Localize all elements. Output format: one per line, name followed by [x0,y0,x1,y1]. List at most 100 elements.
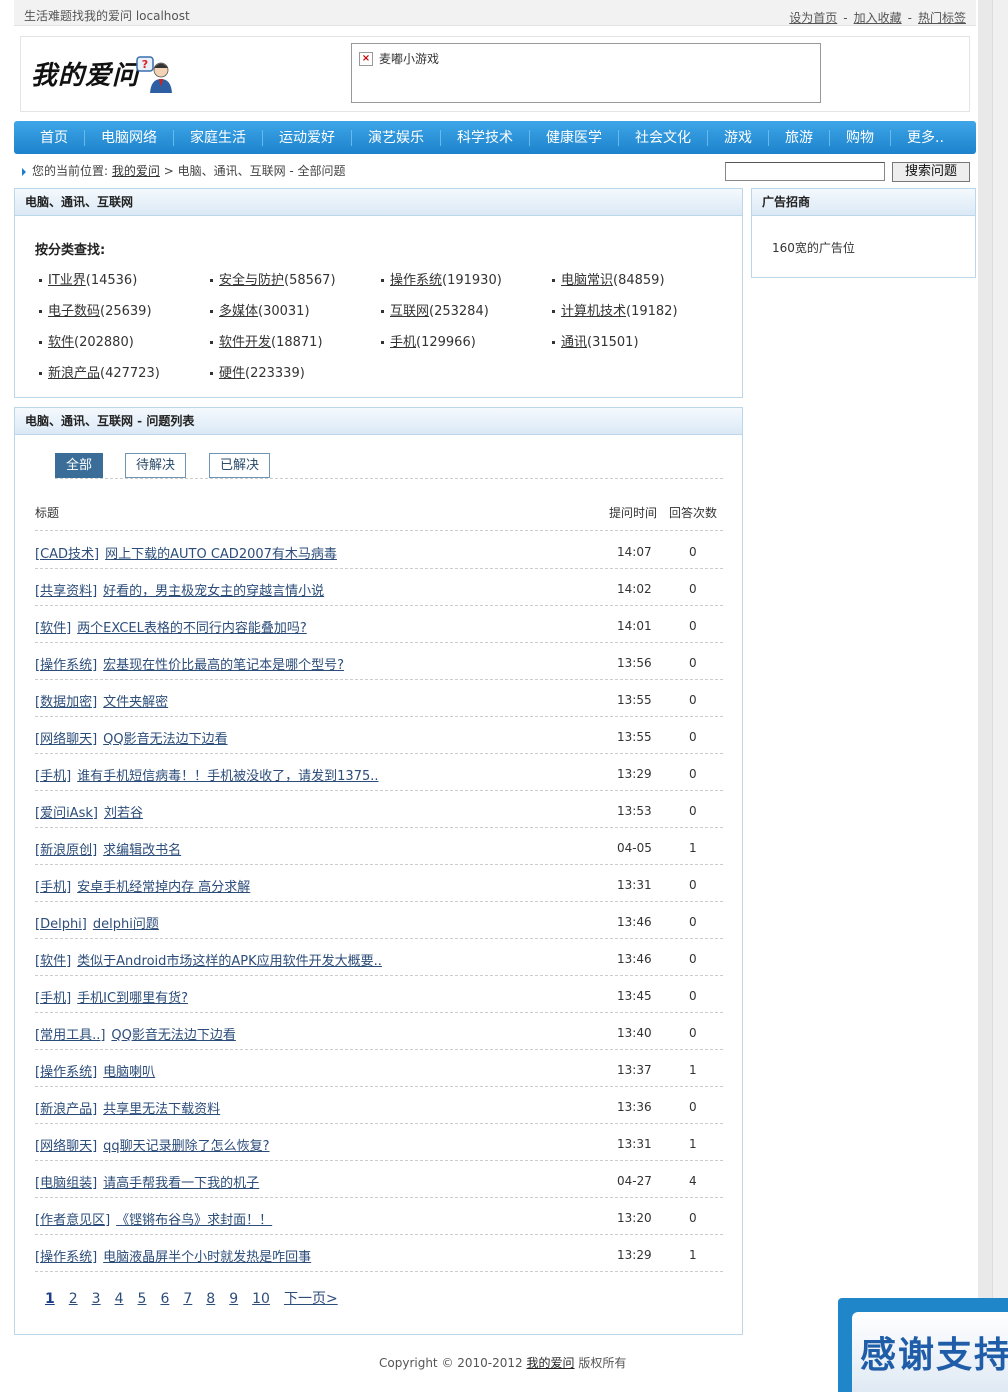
row-category-link[interactable]: [软件] [35,954,71,969]
site-logo[interactable]: 我的爱问 ? [31,55,181,95]
category-item[interactable]: 互联网(253284) [381,300,552,319]
row-category-link[interactable]: [爱问iAsk] [35,806,98,821]
row-question-link[interactable]: 谁有手机短信病毒！！手机被没收了，请发到1375.. [77,769,378,784]
category-link[interactable]: IT业界 [48,273,86,288]
tab-pending[interactable]: 待解决 [125,453,187,478]
row-category-link[interactable]: [电脑组装] [35,1176,97,1191]
tab-all[interactable]: 全部 [55,453,104,478]
tab-solved[interactable]: 已解决 [209,453,271,478]
pager-page-link[interactable]: 8 [206,1291,215,1307]
pager-page-link[interactable]: 1 [45,1291,55,1307]
row-category-link[interactable]: [新浪产品] [35,1102,97,1117]
category-item[interactable]: 电脑常识(84859) [552,269,723,288]
search-button[interactable]: 搜索问题 [892,162,970,182]
row-question-link[interactable]: 宏基现在性价比最高的笔记本是哪个型号? [103,658,344,673]
category-item[interactable]: 电子数码(25639) [39,300,210,319]
category-item[interactable]: 软件(202880) [39,331,210,350]
row-category-link[interactable]: [新浪原创] [35,843,97,858]
floating-banner[interactable]: 感谢支持 [838,1298,1008,1392]
category-item[interactable]: 计算机技术(19182) [552,300,723,319]
pager-page-link[interactable]: 7 [183,1291,192,1307]
category-link[interactable]: 电子数码 [48,304,100,319]
row-question-link[interactable]: 手机IC到哪里有货? [77,991,188,1006]
row-category-link[interactable]: [软件] [35,621,71,636]
row-question-link[interactable]: 共享里无法下载资料 [103,1102,220,1117]
row-question-link[interactable]: 电脑液晶屏半个小时就发热是咋回事 [103,1250,311,1265]
nav-item-2[interactable]: 家庭生活 [174,129,263,146]
search-input[interactable] [725,162,885,181]
row-question-link[interactable]: 文件夹解密 [103,695,168,710]
vertical-scrollbar[interactable] [992,0,1008,1392]
row-category-link[interactable]: [作者意见区] [35,1213,110,1228]
row-question-link[interactable]: 网上下载的AUTO CAD2007有木马病毒 [105,547,337,562]
row-category-link[interactable]: [操作系统] [35,1065,97,1080]
add-favorite-link[interactable]: 加入收藏 [854,11,902,25]
row-category-link[interactable]: [手机] [35,880,71,895]
category-item[interactable]: 操作系统(191930) [381,269,552,288]
nav-item-4[interactable]: 演艺娱乐 [352,129,441,146]
row-question-link[interactable]: qq聊天记录删除了怎么恢复? [103,1139,269,1154]
category-link[interactable]: 通讯 [561,335,587,350]
category-item[interactable]: 硬件(223339) [210,362,381,381]
header-ad-box[interactable]: × 麦嘟小游戏 [351,43,821,103]
pager-page-link[interactable]: 4 [115,1291,124,1307]
nav-item-6[interactable]: 健康医学 [530,129,619,146]
row-question-link[interactable]: delphi问题 [93,917,159,932]
category-item[interactable]: 新浪产品(427723) [39,362,210,381]
category-link[interactable]: 互联网 [390,304,429,319]
category-link[interactable]: 手机 [390,335,416,350]
row-category-link[interactable]: [网络聊天] [35,732,97,747]
category-link[interactable]: 新浪产品 [48,366,100,381]
nav-item-7[interactable]: 社会文化 [619,129,708,146]
category-link[interactable]: 计算机技术 [561,304,626,319]
pager-next-link[interactable]: 下一页> [284,1291,338,1307]
row-question-link[interactable]: 好看的，男主极宠女主的穿越言情小说 [103,584,324,599]
category-item[interactable]: IT业界(14536) [39,269,210,288]
hot-tags-link[interactable]: 热门标签 [918,11,966,25]
row-question-link[interactable]: 求编辑改书名 [103,843,181,858]
footer-site-link[interactable]: 我的爱问 [527,1356,575,1370]
category-link[interactable]: 软件开发 [219,335,271,350]
nav-item-0[interactable]: 首页 [24,129,85,146]
pager-page-link[interactable]: 5 [138,1291,147,1307]
row-category-link[interactable]: [CAD技术] [35,547,99,562]
row-question-link[interactable]: QQ影音无法边下边看 [103,732,227,747]
nav-item-10[interactable]: 购物 [830,129,891,146]
row-category-link[interactable]: [常用工具..] [35,1028,105,1043]
row-category-link[interactable]: [Delphi] [35,917,87,932]
row-question-link[interactable]: 刘若谷 [104,806,143,821]
nav-item-5[interactable]: 科学技术 [441,129,530,146]
category-link[interactable]: 软件 [48,335,74,350]
row-category-link[interactable]: [手机] [35,991,71,1006]
nav-item-8[interactable]: 游戏 [708,129,769,146]
row-question-link[interactable]: 请高手帮我看一下我的机子 [103,1176,259,1191]
nav-item-11[interactable]: 更多.. [891,130,960,146]
pager-page-link[interactable]: 6 [160,1291,169,1307]
row-question-link[interactable]: 电脑喇叭 [103,1065,155,1080]
pager-page-link[interactable]: 10 [252,1291,270,1307]
row-question-link[interactable]: 两个EXCEL表格的不同行内容能叠加吗? [77,621,307,636]
row-question-link[interactable]: QQ影音无法边下边看 [111,1028,235,1043]
nav-item-1[interactable]: 电脑网络 [85,129,174,146]
row-category-link[interactable]: [共享资料] [35,584,97,599]
category-item[interactable]: 软件开发(18871) [210,331,381,350]
category-item[interactable]: 安全与防护(58567) [210,269,381,288]
row-question-link[interactable]: 《铿锵布谷鸟》求封面！！ [116,1213,272,1228]
category-link[interactable]: 操作系统 [390,273,442,288]
row-category-link[interactable]: [操作系统] [35,658,97,673]
set-homepage-link[interactable]: 设为首页 [789,11,837,25]
row-category-link[interactable]: [手机] [35,769,71,784]
category-link[interactable]: 安全与防护 [219,273,284,288]
row-question-link[interactable]: 类似于Android市场这样的APK应用软件开发大概要.. [77,954,382,969]
row-question-link[interactable]: 安卓手机经常掉内存 高分求解 [77,880,250,895]
category-item[interactable]: 手机(129966) [381,331,552,350]
category-link[interactable]: 硬件 [219,366,245,381]
category-item[interactable]: 多媒体(30031) [210,300,381,319]
breadcrumb-home-link[interactable]: 我的爱问 [112,164,160,178]
row-category-link[interactable]: [数据加密] [35,695,97,710]
category-link[interactable]: 电脑常识 [561,273,613,288]
category-link[interactable]: 多媒体 [219,304,258,319]
pager-page-link[interactable]: 9 [229,1291,238,1307]
category-item[interactable]: 通讯(31501) [552,331,723,350]
nav-item-9[interactable]: 旅游 [769,129,830,146]
